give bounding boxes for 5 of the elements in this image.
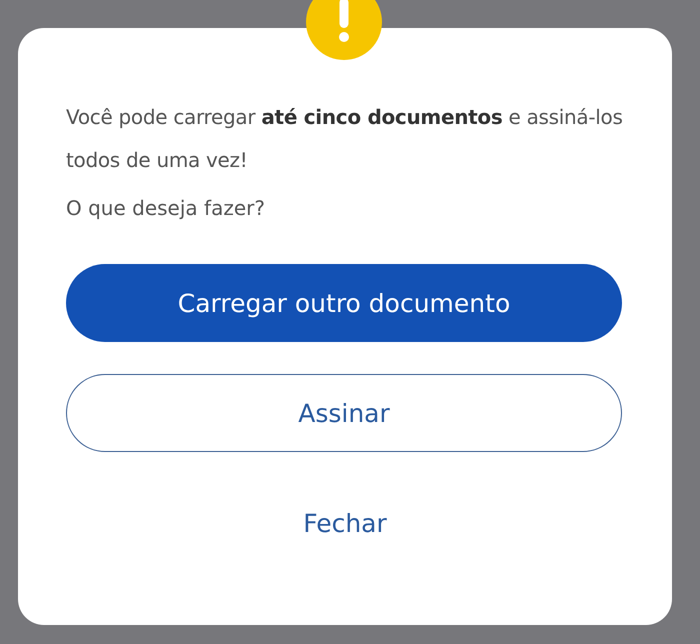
upload-button[interactable]: Carregar outro documento — [66, 264, 622, 342]
dialog-question: O que deseja fazer? — [66, 196, 266, 220]
sign-button[interactable]: Assinar — [66, 374, 622, 452]
dialog-message: Você pode carregar até cinco documentos e assiná-los todos de uma vez! — [66, 104, 624, 174]
close-button[interactable]: Fechar — [287, 484, 403, 562]
